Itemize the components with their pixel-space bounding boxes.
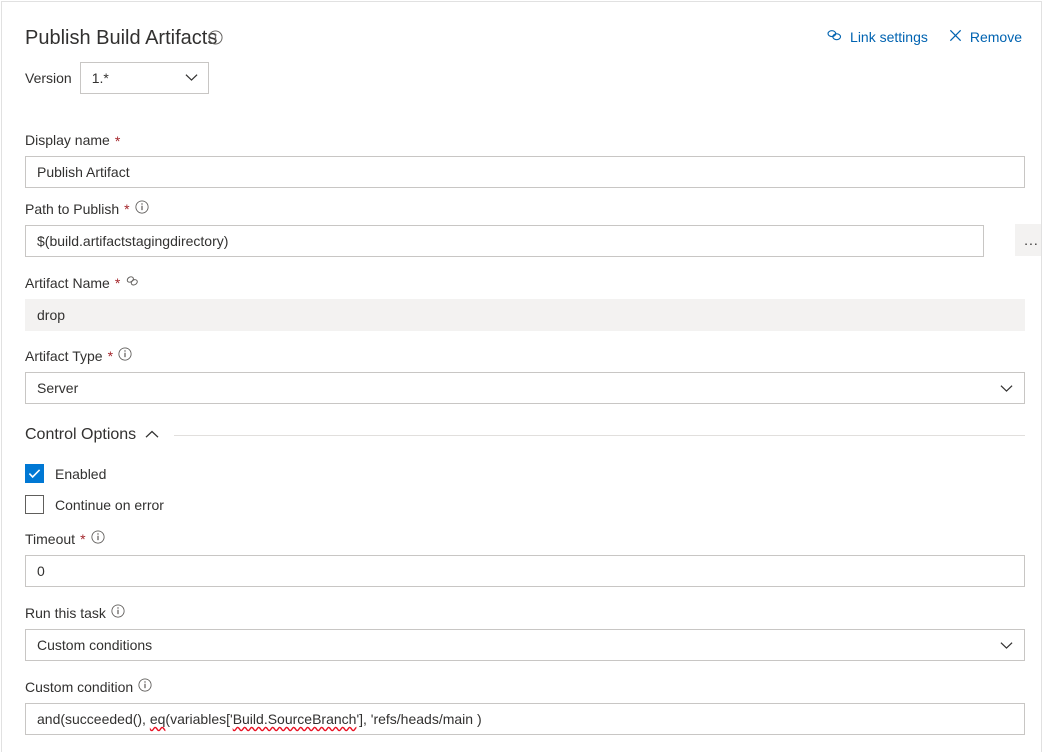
condition-segment-2: (variables[': [165, 711, 233, 727]
task-editor-panel: Publish Build Artifacts Link settings Re…: [1, 1, 1042, 752]
ellipsis-icon: ...: [1024, 232, 1039, 248]
run-this-task-label: Run this task: [25, 604, 1025, 622]
condition-spellcheck-sourcebranch: Build.SourceBranch: [232, 711, 357, 727]
page-title: Publish Build Artifacts: [25, 27, 218, 49]
info-icon[interactable]: [90, 530, 105, 548]
header-actions: Link settings Remove: [826, 28, 1022, 46]
chevron-up-icon: [145, 426, 159, 444]
enabled-checkbox[interactable]: [25, 464, 44, 483]
chevron-down-icon: [185, 69, 198, 87]
artifact-name-field-group: Artifact Name * drop: [25, 274, 1025, 331]
required-asterisk: *: [114, 275, 121, 291]
run-this-task-field-group: Run this task Custom conditions: [25, 604, 1025, 661]
browse-path-button[interactable]: ...: [1015, 224, 1041, 256]
path-to-publish-label: Path to Publish *: [25, 200, 984, 218]
enabled-label: Enabled: [55, 465, 107, 482]
artifact-name-input: drop: [25, 299, 1025, 331]
path-to-publish-input[interactable]: $(build.artifactstagingdirectory): [25, 225, 984, 257]
remove-label: Remove: [969, 29, 1022, 45]
required-asterisk: *: [80, 531, 86, 547]
info-icon[interactable]: [111, 604, 125, 622]
link-chain-icon: [826, 28, 843, 46]
custom-condition-input[interactable]: and(succeeded(), eq(variables['Build.Sou…: [25, 703, 1025, 735]
artifact-type-label: Artifact Type *: [25, 347, 1025, 365]
continue-on-error-checkbox[interactable]: [25, 495, 44, 514]
remove-button[interactable]: Remove: [948, 28, 1022, 46]
required-asterisk: *: [124, 201, 130, 217]
custom-condition-text: and(succeeded(), eq(variables['Build.Sou…: [37, 711, 482, 727]
enabled-checkbox-row[interactable]: Enabled: [25, 464, 106, 483]
version-value: 1.*: [91, 70, 109, 86]
continue-on-error-checkbox-row[interactable]: Continue on error: [25, 495, 164, 514]
info-icon[interactable]: [118, 347, 132, 365]
custom-condition-label: Custom condition: [25, 678, 1025, 696]
section-divider: [174, 434, 1025, 436]
link-settings-button[interactable]: Link settings: [826, 28, 928, 46]
close-x-icon: [948, 28, 963, 46]
timeout-input[interactable]: 0: [25, 555, 1025, 587]
chevron-down-icon: [1000, 380, 1013, 396]
condition-spellcheck-eq: eq: [149, 711, 166, 727]
required-asterisk: *: [107, 348, 114, 364]
info-icon[interactable]: [135, 200, 149, 218]
condition-segment-1: and(succeeded(),: [37, 711, 150, 727]
custom-condition-field-group: Custom condition and(succeeded(), eq(var…: [25, 678, 1025, 735]
run-this-task-select[interactable]: Custom conditions: [25, 629, 1025, 661]
info-icon[interactable]: [138, 678, 152, 696]
task-header: Publish Build Artifacts Link settings Re…: [2, 24, 1041, 56]
timeout-field-group: Timeout * 0: [25, 530, 1025, 587]
required-asterisk: *: [114, 132, 121, 149]
chevron-down-icon: [1000, 637, 1013, 653]
display-name-field-group: Display name * Publish Artifact: [25, 132, 1025, 188]
path-to-publish-field-group: Path to Publish * $(build.artifactstagin…: [25, 200, 1041, 257]
display-name-label: Display name *: [25, 132, 121, 149]
version-row: Version 1.*: [25, 62, 209, 94]
artifact-type-field-group: Artifact Type * Server: [25, 347, 1025, 404]
timeout-label: Timeout *: [25, 530, 1025, 548]
version-label: Version: [25, 70, 72, 86]
continue-on-error-label: Continue on error: [55, 496, 164, 513]
display-name-input[interactable]: Publish Artifact: [25, 156, 1025, 188]
version-select[interactable]: 1.*: [79, 62, 209, 94]
condition-segment-3: '], 'refs/heads/main ): [356, 711, 482, 727]
control-options-title: Control Options: [25, 426, 137, 443]
artifact-type-select[interactable]: Server: [25, 372, 1025, 404]
link-chain-icon[interactable]: [125, 274, 140, 292]
artifact-name-label: Artifact Name *: [25, 274, 1025, 292]
link-settings-label: Link settings: [850, 29, 928, 45]
control-options-section-header[interactable]: Control Options: [25, 426, 1025, 444]
info-icon[interactable]: [208, 30, 223, 50]
